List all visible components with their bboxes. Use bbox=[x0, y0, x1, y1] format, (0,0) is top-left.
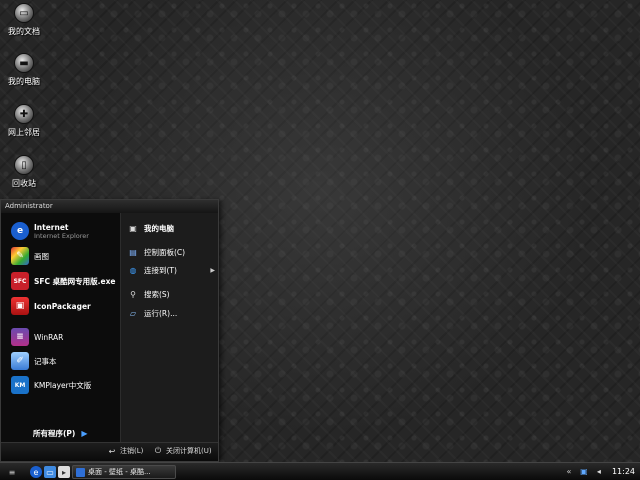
kmplayer-icon: KM bbox=[11, 376, 29, 394]
sfc-icon: SFC bbox=[11, 272, 29, 290]
system-tray: « ▣ ◂ 11:24 bbox=[559, 463, 640, 480]
shutdown-button[interactable]: ⏻ 关闭计算机(U) bbox=[153, 446, 212, 456]
show-desktop-icon[interactable]: ▭ bbox=[44, 466, 56, 478]
submenu-arrow-icon: ▶ bbox=[210, 266, 215, 274]
desktop-icon-my-documents[interactable]: ▭ 我的文档 bbox=[0, 3, 48, 37]
menu-item-control-panel[interactable]: ▤ 控制面板(C) bbox=[127, 246, 185, 258]
desktop-icon-label: 网上邻居 bbox=[8, 128, 40, 137]
desktop-icon-label: 我的电脑 bbox=[8, 77, 40, 86]
menu-item-title: KMPlayer中文版 bbox=[34, 380, 92, 390]
menu-item-search[interactable]: ⚲ 搜索(S) bbox=[127, 288, 170, 300]
connect-to-icon: ◍ bbox=[129, 265, 137, 275]
my-computer-icon: ▬ bbox=[14, 53, 34, 73]
control-panel-icon: ▤ bbox=[129, 247, 137, 257]
desktop-icon-my-computer[interactable]: ▬ 我的电脑 bbox=[0, 53, 48, 87]
menu-item-paint[interactable]: ✎ 画图 bbox=[11, 247, 49, 265]
browser-window-icon bbox=[76, 467, 85, 477]
network-places-icon: ✚ bbox=[14, 104, 34, 124]
logoff-button[interactable]: ↩ 注销(L) bbox=[107, 446, 144, 456]
winrar-icon: ≡ bbox=[11, 328, 29, 346]
menu-item-title: 记事本 bbox=[34, 356, 57, 366]
notepad-icon: ✐ bbox=[11, 352, 29, 370]
all-programs-button[interactable]: 所有程序(P) ▶ bbox=[33, 428, 88, 439]
menu-item-label: 控制面板(C) bbox=[144, 247, 186, 257]
menu-item-internet[interactable]: e Internet Internet Explorer bbox=[11, 222, 89, 240]
iconpackager-icon: ▣ bbox=[11, 297, 29, 315]
internet-explorer-icon: e bbox=[11, 222, 29, 240]
media-player-icon[interactable]: ▸ bbox=[58, 466, 70, 478]
menu-item-label: 搜索(S) bbox=[144, 289, 170, 299]
clock[interactable]: 11:24 bbox=[612, 467, 635, 476]
menu-item-title: IconPackager bbox=[34, 301, 91, 311]
all-programs-label: 所有程序(P) bbox=[33, 429, 76, 438]
my-computer-icon: ▣ bbox=[129, 223, 137, 233]
menu-item-iconpackager[interactable]: ▣ IconPackager bbox=[11, 297, 91, 315]
start-button[interactable]: ≡ bbox=[2, 465, 22, 479]
logoff-icon: ↩ bbox=[108, 446, 116, 456]
menu-item-title: SFC 桌酷网专用版.exe bbox=[34, 276, 116, 286]
menu-item-kmplayer[interactable]: KM KMPlayer中文版 bbox=[11, 376, 91, 394]
internet-explorer-icon[interactable]: e bbox=[30, 466, 42, 478]
logoff-label: 注销(L) bbox=[120, 447, 144, 455]
recycle-bin-icon: ▯ bbox=[14, 155, 34, 175]
desktop-icon-label: 回收站 bbox=[12, 179, 36, 188]
menu-item-my-computer[interactable]: ▣ 我的电脑 bbox=[127, 222, 174, 234]
menu-item-connect-to[interactable]: ◍ 连接到(T) ▶ bbox=[127, 264, 216, 276]
power-icon: ⏻ bbox=[154, 446, 162, 455]
desktop-icon-network-places[interactable]: ✚ 网上邻居 bbox=[0, 104, 48, 138]
tray-expand-icon[interactable]: « bbox=[564, 467, 574, 477]
arrow-right-icon: ▶ bbox=[81, 429, 88, 438]
menu-item-label: 运行(R)... bbox=[144, 308, 178, 318]
start-menu-username: Administrator bbox=[1, 200, 218, 213]
start-menu-footer: ↩ 注销(L) ⏻ 关闭计算机(U) bbox=[1, 442, 218, 461]
menu-item-sfc[interactable]: SFC SFC 桌酷网专用版.exe bbox=[11, 272, 116, 290]
menu-item-title: WinRAR bbox=[34, 332, 64, 342]
network-icon[interactable]: ▣ bbox=[579, 467, 589, 477]
my-documents-icon: ▭ bbox=[14, 3, 34, 23]
start-menu: Administrator e Internet Internet Explor… bbox=[0, 199, 219, 462]
menu-item-winrar[interactable]: ≡ WinRAR bbox=[11, 328, 63, 346]
menu-item-title: 画图 bbox=[34, 251, 49, 261]
menu-item-notepad[interactable]: ✐ 记事本 bbox=[11, 352, 57, 370]
volume-icon[interactable]: ◂ bbox=[594, 467, 604, 477]
menu-item-subtitle: Internet Explorer bbox=[34, 231, 89, 240]
menu-item-title: Internet bbox=[34, 222, 69, 232]
paint-icon: ✎ bbox=[11, 247, 29, 265]
taskbar: ≡ e ▭ ▸ 桌面 - 壁纸 - 桌酷... « ▣ ◂ 11:24 bbox=[0, 462, 640, 480]
shutdown-label: 关闭计算机(U) bbox=[166, 447, 212, 455]
windows-logo-icon: ≡ bbox=[8, 467, 16, 477]
desktop-icon-recycle-bin[interactable]: ▯ 回收站 bbox=[0, 155, 48, 189]
run-icon: ▱ bbox=[129, 308, 137, 318]
menu-item-run[interactable]: ▱ 运行(R)... bbox=[127, 307, 177, 319]
menu-item-label: 连接到(T) bbox=[144, 265, 177, 275]
search-icon: ⚲ bbox=[130, 289, 136, 299]
menu-item-label: 我的电脑 bbox=[144, 223, 174, 233]
desktop-icon-label: 我的文档 bbox=[8, 27, 40, 36]
taskbar-window-button[interactable]: 桌面 - 壁纸 - 桌酷... bbox=[72, 465, 176, 479]
taskbar-window-label: 桌面 - 壁纸 - 桌酷... bbox=[88, 468, 151, 476]
